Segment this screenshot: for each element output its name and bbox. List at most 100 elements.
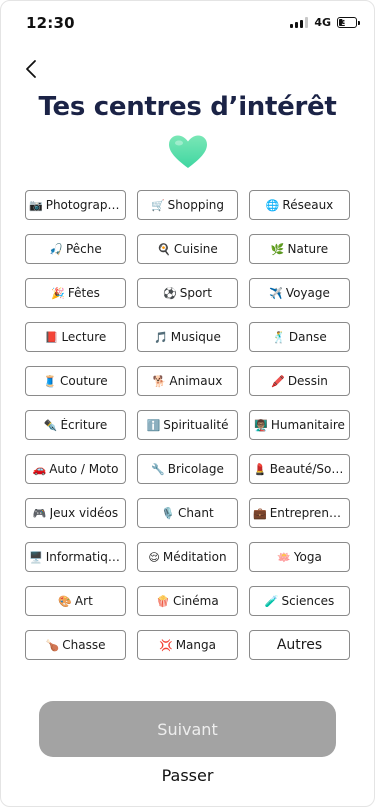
interest-emoji-icon: 🖍️	[271, 374, 285, 388]
interest-chip[interactable]: 🍿 Cinéma	[137, 586, 238, 616]
interest-label: Cuisine	[173, 242, 218, 256]
interest-emoji-icon: 🍳	[157, 242, 171, 256]
interest-chip[interactable]: 🖥️ Informatique	[25, 542, 126, 572]
interest-emoji-icon: 🧵	[43, 374, 57, 388]
interest-label: Auto / Moto	[49, 462, 119, 476]
interest-chip[interactable]: 💄 Beauté/Soins	[249, 454, 350, 484]
chevron-left-icon	[26, 60, 36, 78]
interest-emoji-icon: 🎉	[51, 286, 65, 300]
interest-label: Shopping	[167, 198, 225, 212]
interest-emoji-icon: ℹ️	[146, 418, 161, 432]
interest-chip[interactable]: ✈️ Voyage	[249, 278, 350, 308]
interest-label: Réseaux	[282, 198, 334, 212]
interest-chip[interactable]: 🔧 Bricolage	[137, 454, 238, 484]
interest-label: Chant	[178, 506, 214, 520]
interest-emoji-icon: 🐕	[152, 374, 167, 388]
interest-chip[interactable]: 🎣 Pêche	[25, 234, 126, 264]
interest-chip[interactable]: 😌 Méditation	[137, 542, 238, 572]
interest-label: Beauté/Soins	[269, 462, 346, 476]
interest-label: Yoga	[293, 550, 322, 564]
interest-emoji-icon: 🚗	[32, 462, 47, 476]
interest-emoji-icon: 📕	[44, 330, 59, 344]
interest-label: Sciences	[281, 594, 335, 608]
interest-emoji-icon: 👨🏽‍🏫	[254, 418, 268, 432]
interest-chip[interactable]: 📕 Lecture	[25, 322, 126, 352]
interest-chip[interactable]: 🖍️ Dessin	[249, 366, 350, 396]
interest-chip[interactable]: ℹ️ Spiritualité	[137, 410, 238, 440]
interest-label: Méditation	[162, 550, 227, 564]
battery-percent: 38	[341, 17, 353, 27]
interest-label: Pêche	[65, 242, 102, 256]
next-button[interactable]: Suivant	[39, 701, 336, 757]
interest-chip[interactable]: 🌐 Réseaux	[249, 190, 350, 220]
interest-label: Cinéma	[172, 594, 219, 608]
interest-label: Informatique	[45, 550, 122, 564]
interest-emoji-icon: 🌿	[270, 242, 285, 256]
interest-chip[interactable]: 🐕 Animaux	[137, 366, 238, 396]
interest-label: Bricolage	[167, 462, 224, 476]
interest-emoji-icon: 💢	[159, 638, 173, 652]
status-indicators: 4G 38	[290, 16, 360, 29]
interest-emoji-icon: ✈️	[269, 286, 283, 300]
page-title: Tes centres d’intérêt	[38, 92, 337, 122]
interest-emoji-icon: 💄	[253, 462, 267, 476]
interest-chip[interactable]: ⚽ Sport	[137, 278, 238, 308]
interest-chip[interactable]: 💼 Entreprena...	[249, 498, 350, 528]
interest-chip[interactable]: 🎨 Art	[25, 586, 126, 616]
interest-emoji-icon: 🖥️	[29, 550, 43, 564]
interest-chip[interactable]: 🕺 Danse	[249, 322, 350, 352]
interest-label: Sport	[179, 286, 212, 300]
interest-chip[interactable]: Autres	[249, 630, 350, 660]
interest-emoji-icon: 🎮	[32, 506, 47, 520]
interest-label: Dessin	[287, 374, 328, 388]
interest-emoji-icon: 🛒	[150, 198, 165, 212]
interest-chip[interactable]: 🎮 Jeux vidéos	[25, 498, 126, 528]
interest-emoji-icon: 🎵	[154, 330, 168, 344]
interest-chip[interactable]: 💢 Manga	[137, 630, 238, 660]
interest-chip[interactable]: 🍗 Chasse	[25, 630, 126, 660]
green-heart-icon	[168, 135, 207, 168]
interest-label: Fêtes	[67, 286, 100, 300]
interest-emoji-icon: 🍿	[156, 594, 170, 608]
interest-emoji-icon: 🍗	[45, 638, 60, 652]
interest-emoji-icon: 😌	[148, 550, 160, 564]
interest-chip[interactable]: 🛒 Shopping	[137, 190, 238, 220]
interest-emoji-icon: 🪷	[277, 550, 291, 564]
interest-emoji-icon: 🕺	[272, 330, 286, 344]
interest-label: Jeux vidéos	[49, 506, 119, 520]
interest-chip[interactable]: 🌿 Nature	[249, 234, 350, 264]
interest-label: Lecture	[61, 330, 107, 344]
interest-label: Photographie	[45, 198, 122, 212]
back-button[interactable]	[16, 54, 46, 84]
interest-label: Art	[74, 594, 93, 608]
interest-chip[interactable]: 🧵 Couture	[25, 366, 126, 396]
interest-label: Humanitaire	[270, 418, 345, 432]
interest-emoji-icon: 📷	[29, 198, 43, 212]
interest-chip[interactable]: 🧪 Sciences	[249, 586, 350, 616]
interest-label: Musique	[170, 330, 221, 344]
interest-emoji-icon: ✒️	[43, 418, 58, 432]
interest-emoji-icon: 💼	[253, 506, 267, 520]
interest-label: Spiritualité	[163, 418, 229, 432]
interest-chip[interactable]: ✒️ Écriture	[25, 410, 126, 440]
battery-icon: 38	[337, 17, 360, 28]
interest-label: Animaux	[169, 374, 223, 388]
interest-chip[interactable]: 🍳 Cuisine	[137, 234, 238, 264]
interest-chip[interactable]: 🎙️ Chant	[137, 498, 238, 528]
signal-icon	[290, 17, 309, 28]
interest-emoji-icon: 🎙️	[161, 506, 176, 520]
interest-chip[interactable]: 🎉 Fêtes	[25, 278, 126, 308]
interest-chip[interactable]: 👨🏽‍🏫 Humanitaire	[249, 410, 350, 440]
interest-label: Écriture	[60, 418, 108, 432]
interest-chip[interactable]: 📷 Photographie	[25, 190, 126, 220]
interest-label: Nature	[287, 242, 329, 256]
interest-chip[interactable]: 🚗 Auto / Moto	[25, 454, 126, 484]
skip-link[interactable]: Passer	[0, 766, 375, 785]
interest-emoji-icon: 🧪	[264, 594, 279, 608]
network-label: 4G	[314, 16, 331, 29]
interest-emoji-icon: 🎣	[49, 242, 63, 256]
interest-chip[interactable]: 🎵 Musique	[137, 322, 238, 352]
interest-chip[interactable]: 🪷 Yoga	[249, 542, 350, 572]
interest-label: Autres	[276, 637, 323, 653]
interest-label: Manga	[175, 638, 216, 652]
